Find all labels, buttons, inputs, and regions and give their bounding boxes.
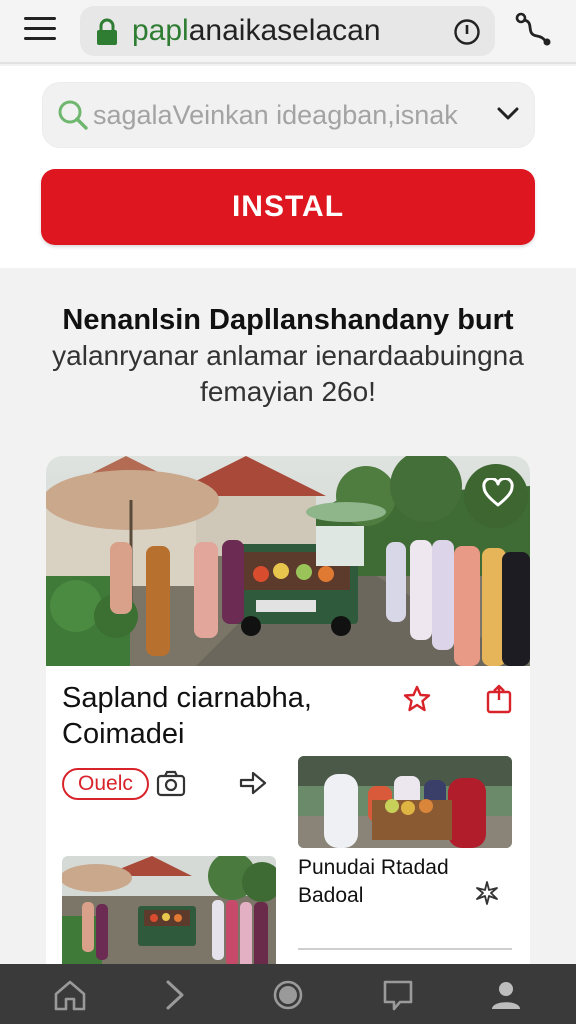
bottom-navigation [0,964,576,1024]
info-icon[interactable] [453,18,481,46]
share-icon[interactable] [486,684,512,714]
camera-icon[interactable] [156,768,186,798]
article-title-line-1: Sapland ciarnabha, [62,682,312,714]
headline-line-3: femayian 26o! [200,376,376,407]
star-icon[interactable] [402,684,432,714]
headline: Nenanlsin Dapllanshandany burt yalanryan… [20,302,556,410]
forward-icon[interactable] [158,978,194,1012]
article-card[interactable]: Sapland ciarnabha, Coimadei Ouelc Punuda… [46,456,530,964]
secondary-article-photo[interactable] [62,856,276,964]
article-photo[interactable] [46,456,530,666]
chevron-down-icon[interactable] [496,105,520,123]
circle-icon[interactable] [270,978,306,1012]
headline-line-2: yalanryanar anlamar ienardaabuingna [52,340,524,371]
url-highlight: papl [132,14,189,47]
browser-top-bar: paplanaikaselacan [0,0,576,64]
article-title[interactable]: Sapland ciarnabha, Coimadei [62,680,382,752]
article-title-line-2: Coimadei [62,718,185,750]
url-rest: anaikaselacan [188,14,381,47]
home-icon[interactable] [52,978,88,1012]
related-article-photo[interactable] [298,756,512,848]
profile-icon[interactable] [488,978,524,1012]
sparkle-icon[interactable] [474,880,500,906]
search-input[interactable] [93,97,473,133]
related-title-line-1: Punudai Rtadad [298,856,449,879]
category-tag[interactable]: Ouelc [62,768,149,800]
install-button[interactable]: INSTAL [41,169,535,245]
chat-icon[interactable] [380,978,416,1012]
search-bar[interactable] [42,82,535,148]
headline-line-1: Nenanlsin Dapllanshandany burt [62,304,514,336]
menu-icon[interactable] [24,17,56,43]
related-title-line-2: Badoal [298,884,364,907]
heart-icon[interactable] [482,478,514,508]
related-article-title[interactable]: Punudai Rtadad Badoal [298,854,468,910]
url-bar[interactable]: paplanaikaselacan [80,6,495,56]
url-text: paplanaikaselacan [132,14,381,48]
divider [298,948,512,950]
arrow-right-icon[interactable] [238,768,268,798]
lock-icon [97,18,117,45]
route-icon[interactable] [515,12,553,48]
search-icon [58,100,88,130]
page-content: INSTAL Nenanlsin Dapllanshandany burt ya… [0,66,576,964]
